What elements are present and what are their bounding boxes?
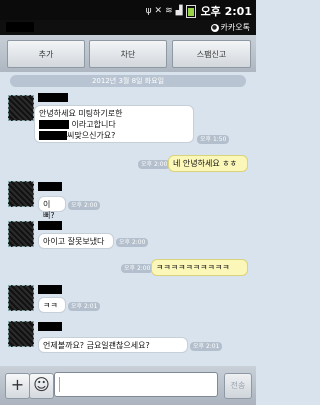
kakao-app-label: 카카오톡 [220, 23, 250, 32]
message-time: 오후 2:01 [190, 342, 223, 351]
message-bubble-out[interactable]: 네 안녕하세요 ㅎㅎ [168, 155, 248, 172]
mute-icon: ✕ [154, 6, 163, 16]
battery-icon [185, 4, 196, 18]
message-bubble-in[interactable]: 아이고 잘못보냈다 [38, 233, 114, 249]
block-button[interactable]: 차단 [89, 40, 167, 68]
signal-icon: ▟ [175, 6, 183, 16]
kakao-logo-icon: ● [210, 23, 219, 32]
input-bar: + ☺ 전송 [0, 366, 256, 405]
message-bubble-in[interactable]: 안녕하세요 미팅하기로한 이라고합니다 씨맞으신가요? [34, 105, 194, 143]
redacted-name [39, 120, 69, 129]
avatar[interactable] [8, 95, 34, 121]
avatar[interactable] [8, 321, 34, 347]
status-bar: ψ ✕ ≋ ▟ 오후 2:01 [0, 0, 256, 20]
message-bubble-in[interactable]: 이뻐? [38, 196, 66, 220]
avatar[interactable] [8, 221, 34, 247]
avatar[interactable] [8, 181, 34, 207]
message-bubble-in[interactable]: ㅋㅋ [38, 297, 66, 313]
message-time: 오후 2:01 [68, 302, 101, 311]
redacted-sender-name [38, 221, 62, 230]
emoticon-icon[interactable]: ☺ [29, 373, 54, 399]
redacted-sender-name [38, 93, 68, 102]
title-bar: ● 카카오톡 [0, 20, 256, 35]
message-line: 씨맞으신가요? [39, 130, 189, 141]
action-bar: 추가 차단 스팸신고 [0, 35, 256, 72]
date-divider: 2012년 3월 8일 화요일 [10, 75, 246, 87]
redacted-sender-name [38, 322, 62, 331]
send-button[interactable]: 전송 [224, 373, 252, 399]
message-bubble-in[interactable]: 언제볼까요? 금요일괜찮으세요? [38, 337, 188, 353]
spam-report-button[interactable]: 스팸신고 [172, 40, 251, 68]
redacted-name [39, 131, 67, 140]
usb-icon: ψ [145, 6, 152, 16]
avatar[interactable] [8, 285, 34, 311]
wifi-icon: ≋ [165, 6, 173, 16]
message-bubble-out[interactable]: ㅋㅋㅋㅋㅋㅋㅋㅋㅋㅋ [151, 259, 248, 276]
redacted-chat-name [6, 22, 34, 32]
redacted-sender-name [38, 285, 62, 294]
message-time: 오후 1:50 [197, 135, 230, 144]
message-time: 오후 2:00 [68, 201, 101, 210]
plus-icon[interactable]: + [5, 373, 30, 399]
status-time: 오후 2:01 [200, 5, 252, 18]
message-time: 오후 2:00 [138, 160, 171, 169]
kakao-brand: ● 카카오톡 [210, 22, 250, 33]
redacted-sender-name [38, 182, 62, 191]
chat-area[interactable]: 안녕하세요 미팅하기로한 이라고합니다 씨맞으신가요? 오후 1:50 오후 2… [0, 88, 256, 366]
add-friend-button[interactable]: 추가 [7, 40, 85, 68]
message-input[interactable] [54, 372, 218, 397]
text-caret [59, 377, 60, 392]
message-line: 이라고합니다 [39, 119, 189, 130]
message-time: 오후 2:00 [121, 264, 154, 273]
message-time: 오후 2:00 [116, 238, 149, 247]
message-line: 안녕하세요 미팅하기로한 [39, 109, 123, 118]
